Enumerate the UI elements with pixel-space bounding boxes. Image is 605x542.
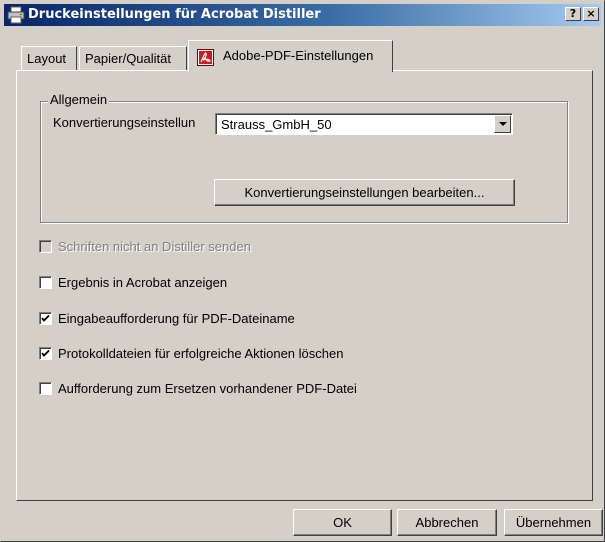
adobe-pdf-icon xyxy=(197,49,214,66)
print-settings-dialog: Druckeinstellungen für Acrobat Distiller… xyxy=(0,0,605,542)
checkbox-show-in-acrobat[interactable] xyxy=(39,276,52,289)
help-button[interactable]: ? xyxy=(565,7,581,21)
checkbox-prompt-replace-pdf[interactable] xyxy=(39,382,52,395)
checkbox-no-fonts xyxy=(39,240,52,253)
conversion-settings-value: Strauss_GmbH_50 xyxy=(221,117,332,132)
group-label: Allgemein xyxy=(48,92,110,107)
tab-layout-label: Layout xyxy=(27,51,67,66)
ok-button[interactable]: OK xyxy=(293,509,392,536)
window-title: Druckeinstellungen für Acrobat Distiller xyxy=(28,7,321,22)
chevron-down-icon xyxy=(499,122,507,126)
title-bar[interactable]: Druckeinstellungen für Acrobat Distiller… xyxy=(4,4,601,26)
option-label: Schriften nicht an Distiller senden xyxy=(58,239,251,254)
tab-papier-qualitaet[interactable]: Papier/Qualität xyxy=(79,46,187,70)
option-label: Aufforderung zum Ersetzen vorhandener PD… xyxy=(58,381,357,396)
option-label: Eingabeaufforderung für PDF-Dateiname xyxy=(58,311,295,326)
conversion-settings-select[interactable]: Strauss_GmbH_50 xyxy=(215,113,513,135)
checkbox-prompt-filename[interactable] xyxy=(39,312,52,325)
checkmark-icon xyxy=(41,314,50,322)
checkbox-delete-log-files[interactable] xyxy=(39,347,52,360)
checkmark-icon xyxy=(41,349,50,357)
edit-conversion-settings-button[interactable]: Konvertierungseinstellungen bearbeiten..… xyxy=(214,179,515,206)
apply-button[interactable]: Übernehmen xyxy=(504,509,603,536)
tab-layout[interactable]: Layout xyxy=(21,46,77,70)
tab-adobe-label: Adobe-PDF-Einstellungen xyxy=(223,48,374,63)
printer-icon xyxy=(7,6,25,24)
option-label: Protokolldateien für erfolgreiche Aktion… xyxy=(58,346,344,361)
dropdown-button[interactable] xyxy=(494,115,511,133)
tab-adobe-pdf-einstellungen[interactable]: Adobe-PDF-Einstellungen xyxy=(188,40,393,72)
conversion-settings-label: Konvertierungseinstellun xyxy=(53,115,196,130)
option-label: Ergebnis in Acrobat anzeigen xyxy=(58,275,228,290)
cancel-button[interactable]: Abbrechen xyxy=(397,509,497,536)
tab-papier-label: Papier/Qualität xyxy=(85,51,171,66)
close-button[interactable]: × xyxy=(583,7,599,21)
